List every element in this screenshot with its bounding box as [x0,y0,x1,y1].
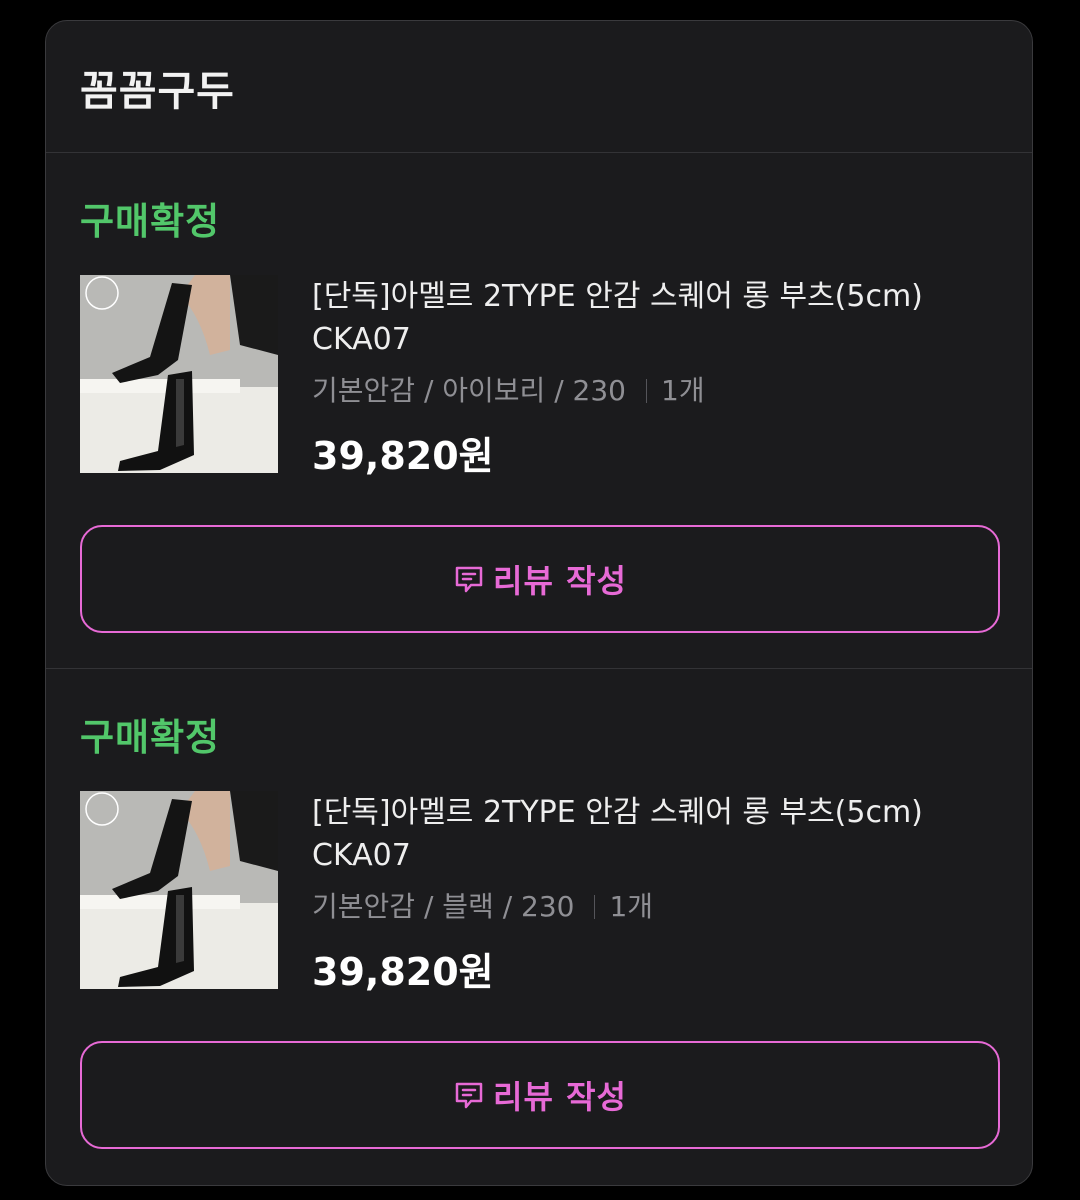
store-header: 꼼꼼구두 [46,21,1032,153]
chat-bubble-lines-icon [453,563,485,595]
product-name-line2: CKA07 [312,838,411,873]
product-option: 기본안감 / 블랙 / 230 1개 [312,887,1002,927]
option-divider [594,895,596,919]
product-price: 39,820원 [312,950,494,994]
order-card: 꼼꼼구두 구매확정 [단독]아멜르 2TYPE 안감 스퀘어 롱 부츠(5cm)… [45,20,1033,1186]
write-review-button[interactable]: 리뷰 작성 [80,525,1000,633]
order-status: 구매확정 [80,200,221,243]
order-status: 구매확정 [80,716,221,759]
review-button-label: 리뷰 작성 [493,562,627,600]
review-button-label: 리뷰 작성 [493,1078,627,1116]
product-info[interactable]: [단독]아멜르 2TYPE 안감 스퀘어 롱 부츠(5cm) CKA07 기본안… [312,791,1002,996]
product-name[interactable]: [단독]아멜르 2TYPE 안감 스퀘어 롱 부츠(5cm) CKA07 [312,791,1002,877]
product-thumbnail[interactable] [80,791,278,989]
product-name[interactable]: [단독]아멜르 2TYPE 안감 스퀘어 롱 부츠(5cm) CKA07 [312,275,1002,361]
order-item: 구매확정 [단독]아멜르 2TYPE 안감 스퀘어 롱 부츠(5cm) CKA0… [46,669,1032,1185]
store-name[interactable]: 꼼꼼구두 [80,57,235,117]
product-info[interactable]: [단독]아멜르 2TYPE 안감 스퀘어 롱 부츠(5cm) CKA07 기본안… [312,275,1002,480]
product-option: 기본안감 / 아이보리 / 230 1개 [312,371,1002,411]
product-name-line2: CKA07 [312,322,411,357]
quantity-text: 1개 [609,890,654,923]
option-text: 기본안감 / 블랙 / 230 [312,890,575,923]
product-name-line1: [단독]아멜르 2TYPE 안감 스퀘어 롱 부츠(5cm) [312,795,923,830]
chat-bubble-lines-icon [453,1079,485,1111]
product-price: 39,820원 [312,434,494,478]
option-text: 기본안감 / 아이보리 / 230 [312,374,626,407]
quantity-text: 1개 [661,374,705,407]
product-name-line1: [단독]아멜르 2TYPE 안감 스퀘어 롱 부츠(5cm) [312,279,923,314]
write-review-button[interactable]: 리뷰 작성 [80,1041,1000,1149]
option-divider [646,379,647,403]
order-item: 구매확정 [단독]아멜르 2TYPE 안감 스퀘어 롱 부츠(5cm) CKA0… [46,153,1032,669]
product-thumbnail[interactable] [80,275,278,473]
